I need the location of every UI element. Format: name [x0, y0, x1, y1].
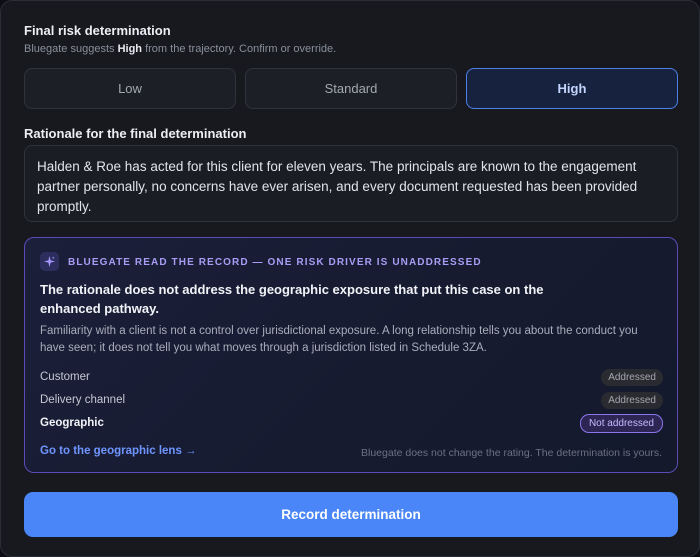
risk-driver-callout: BLUEGATE READ THE RECORD — ONE RISK DRIV… [24, 237, 678, 473]
rationale-textarea[interactable]: Halden & Roe has acted for this client f… [24, 145, 678, 222]
status-badge: Addressed [601, 391, 663, 409]
risk-option-standard[interactable]: Standard [245, 68, 457, 109]
callout-body: Familiarity with a client is not a contr… [40, 325, 638, 354]
risk-option-low[interactable]: Low [24, 68, 236, 109]
driver-name: Delivery channel [40, 394, 126, 406]
section-title: Final risk determination [24, 23, 171, 38]
rationale-label: Rationale for the final determination [24, 126, 247, 141]
suggested-level: High [117, 43, 143, 55]
record-determination-button[interactable]: Record determination [24, 492, 678, 537]
status-badge-warning: Not addressed [579, 413, 663, 433]
geographic-lens-link[interactable]: Go to the geographic lens → [40, 445, 197, 457]
driver-row-customer: Customer Addressed [40, 367, 663, 387]
driver-row-geographic: Geographic Not addressed [40, 413, 663, 433]
driver-name: Customer [40, 371, 90, 383]
callout-disclaimer: Bluegate does not change the rating. The… [361, 447, 662, 459]
driver-row-delivery-channel: Delivery channel Addressed [40, 390, 663, 410]
subtitle-suffix: from the trajectory. Confirm or override… [142, 43, 337, 55]
determination-panel: Final risk determination Bluegate sugges… [0, 0, 700, 557]
suggestion-subtitle: Bluegate suggests High from the trajecto… [24, 43, 336, 55]
subtitle-prefix: Bluegate suggests [24, 43, 118, 55]
sparkle-icon [40, 252, 59, 271]
risk-option-high[interactable]: High [466, 68, 678, 109]
callout-heading: The rationale does not address the geogr… [40, 282, 544, 316]
status-badge: Addressed [601, 368, 663, 386]
callout-eyebrow: BLUEGATE READ THE RECORD — ONE RISK DRIV… [68, 257, 482, 268]
driver-name: Geographic [40, 417, 104, 429]
